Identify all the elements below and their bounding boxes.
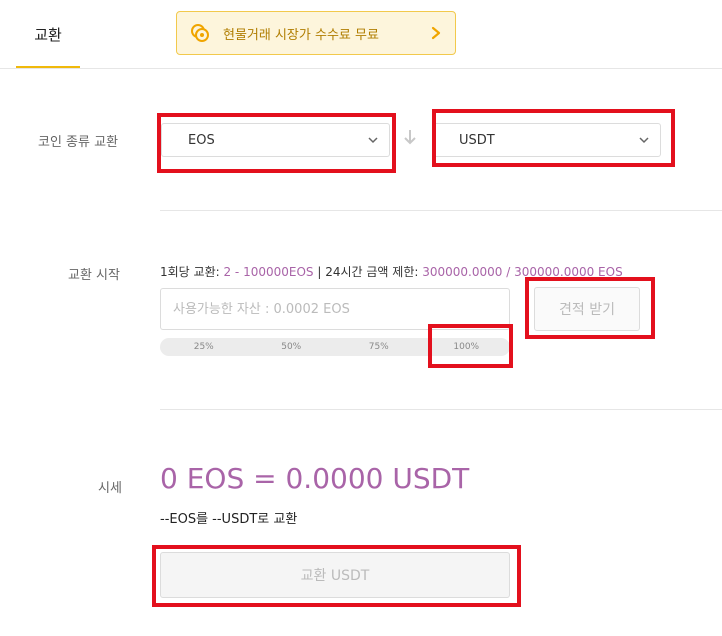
exchange-limits: 1회당 교환: 2 - 100000EOS | 24시간 금액 제한: 3000… <box>160 263 623 280</box>
to-coin-select[interactable]: USDT <box>432 123 661 157</box>
header-divider <box>0 68 722 69</box>
pct-50-option[interactable]: 50% <box>248 342 336 352</box>
per-trade-label: 1회당 교환: <box>160 265 220 279</box>
exchange-button[interactable]: 교환 USDT <box>160 552 510 598</box>
chevron-down-icon <box>368 137 378 144</box>
percentage-slider[interactable]: 25% 50% 75% 100% <box>160 338 510 356</box>
exchange-start-label: 교환 시작 <box>68 268 120 283</box>
exchange-rate-description: --EOS를 --USDT로 교환 <box>160 512 298 527</box>
exchange-button-label: 교환 USDT <box>300 568 370 584</box>
from-coin-select[interactable]: EOS <box>161 123 390 157</box>
get-quote-label: 견적 받기 <box>559 302 615 318</box>
promo-text: 현물거래 시장가 수수료 무료 <box>223 27 379 43</box>
rate-label: 시세 <box>98 481 122 496</box>
from-coin-value: EOS <box>188 132 215 148</box>
tab-exchange[interactable]: 교환 <box>16 0 80 68</box>
coin-swap-label: 코인 종류 교환 <box>38 135 119 150</box>
daily-limit-value: 300000.0000 / 300000.0000 EOS <box>422 265 623 279</box>
promo-banner[interactable]: 현물거래 시장가 수수료 무료 <box>176 11 456 55</box>
tab-exchange-label: 교환 <box>34 25 62 44</box>
per-trade-value: 2 - 100000EOS <box>223 265 314 279</box>
section-divider <box>160 210 722 211</box>
pct-100-option[interactable]: 100% <box>423 342 511 352</box>
exchange-rate: 0 EOS = 0.0000 USDT <box>160 462 470 495</box>
pct-75-option[interactable]: 75% <box>335 342 423 352</box>
get-quote-button[interactable]: 견적 받기 <box>534 287 640 331</box>
coins-icon <box>191 24 209 42</box>
pct-25-option[interactable]: 25% <box>160 342 248 352</box>
daily-limit-label: | 24시간 금액 제한: <box>317 265 419 279</box>
to-coin-value: USDT <box>459 132 495 148</box>
arrow-down-icon <box>404 130 416 145</box>
chevron-right-icon <box>431 26 441 40</box>
section-divider <box>160 409 722 410</box>
amount-input[interactable] <box>160 288 510 330</box>
chevron-down-icon <box>639 137 649 144</box>
